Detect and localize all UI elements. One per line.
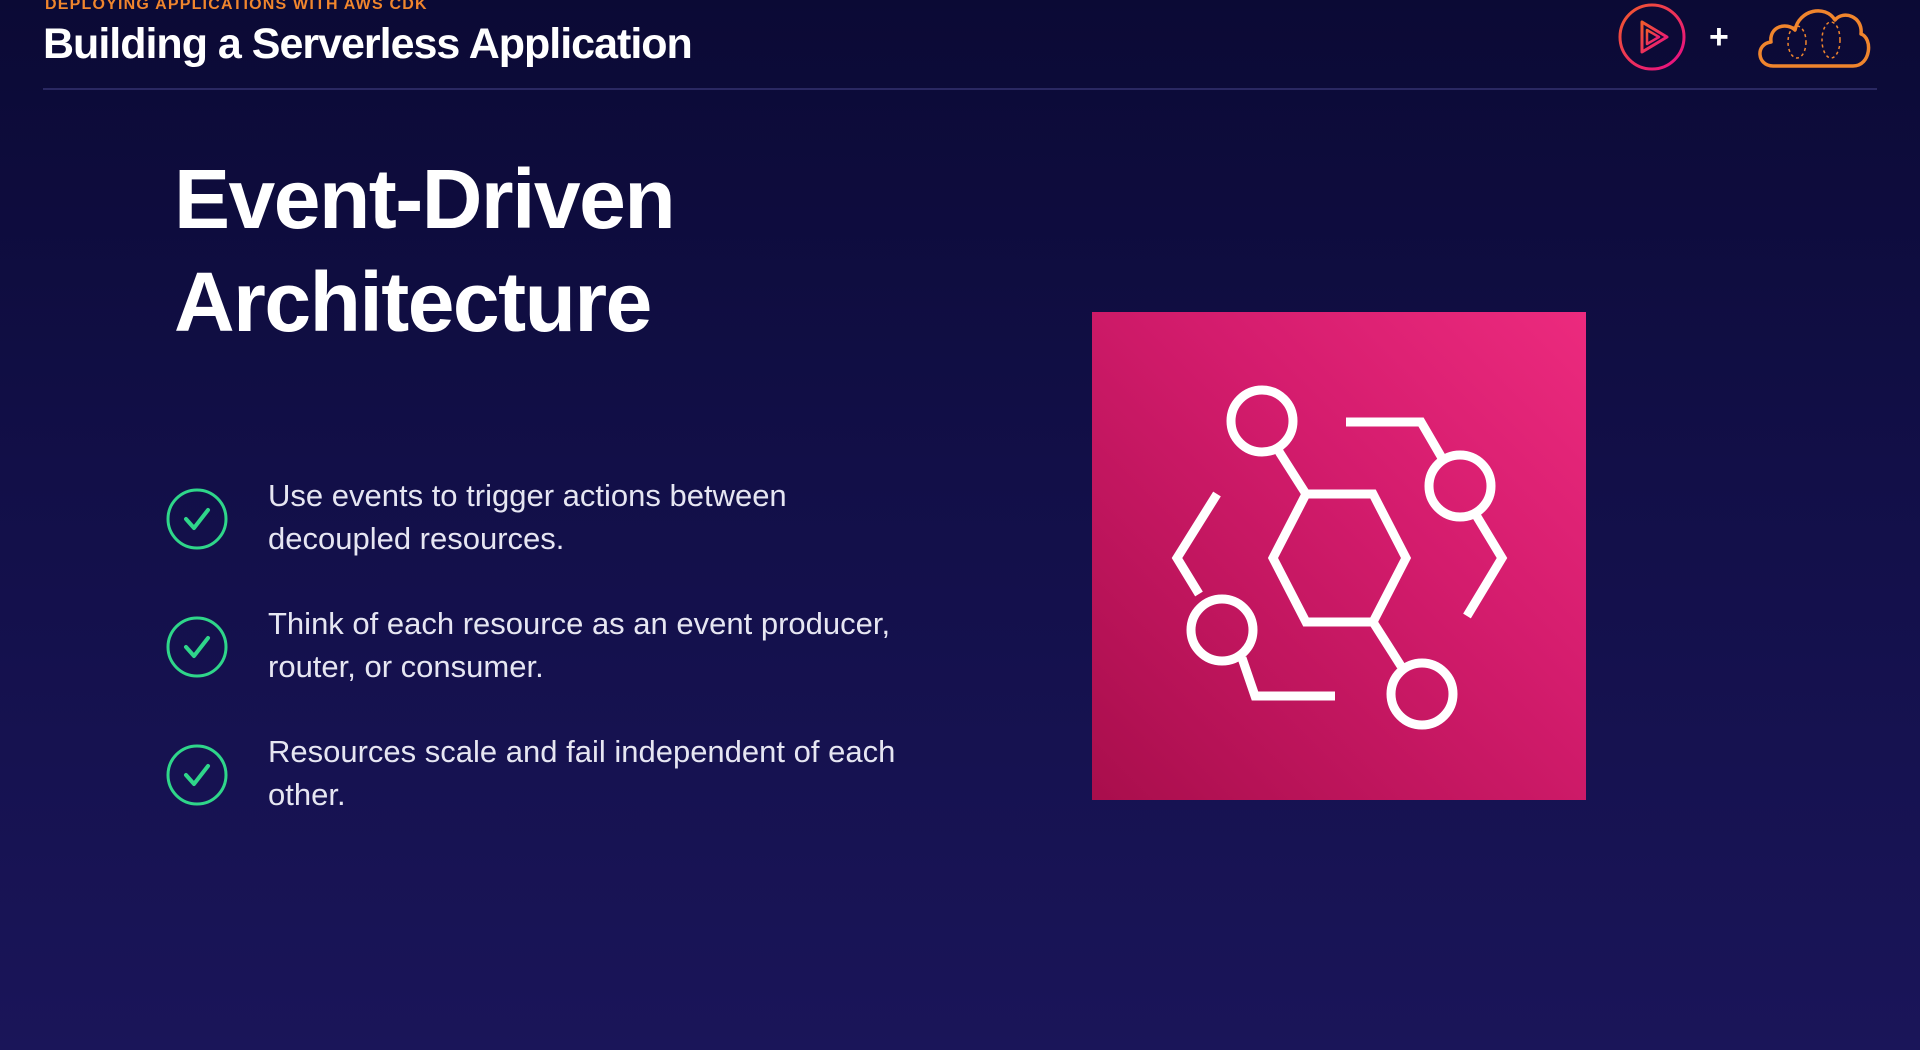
play-logo-icon: [1618, 3, 1686, 71]
bullet-text: Think of each resource as an event produ…: [268, 606, 891, 684]
service-tile: [1092, 312, 1586, 800]
header-logos: +: [1617, 0, 1877, 75]
bullet-text: Use events to trigger actions between de…: [268, 478, 787, 556]
bullet-list: Use events to trigger actions between de…: [164, 474, 924, 858]
slide-title: Event-Driven Architecture: [174, 148, 874, 354]
bullet-item: Think of each resource as an event produ…: [164, 602, 924, 730]
course-title: Building a Serverless Application: [43, 20, 693, 68]
cloud-logo-icon: [1758, 9, 1871, 68]
check-icon: [166, 744, 228, 806]
check-icon: [166, 488, 228, 550]
slide-title-line-1: Event-Driven: [174, 152, 676, 246]
slide-title-line-2: Architecture: [174, 255, 652, 349]
plus-sign: +: [1709, 18, 1729, 56]
slide-header: DEPLOYING APPLICATIONS WITH AWS CDK Buil…: [43, 0, 1877, 92]
check-icon: [166, 616, 228, 678]
course-eyebrow: DEPLOYING APPLICATIONS WITH AWS CDK: [45, 0, 428, 13]
bullet-item: Resources scale and fail independent of …: [164, 730, 924, 858]
bullet-text: Resources scale and fail independent of …: [268, 734, 896, 812]
bullet-item: Use events to trigger actions between de…: [164, 474, 924, 602]
header-divider: [43, 88, 1877, 90]
eventbridge-icon: [1171, 385, 1508, 730]
